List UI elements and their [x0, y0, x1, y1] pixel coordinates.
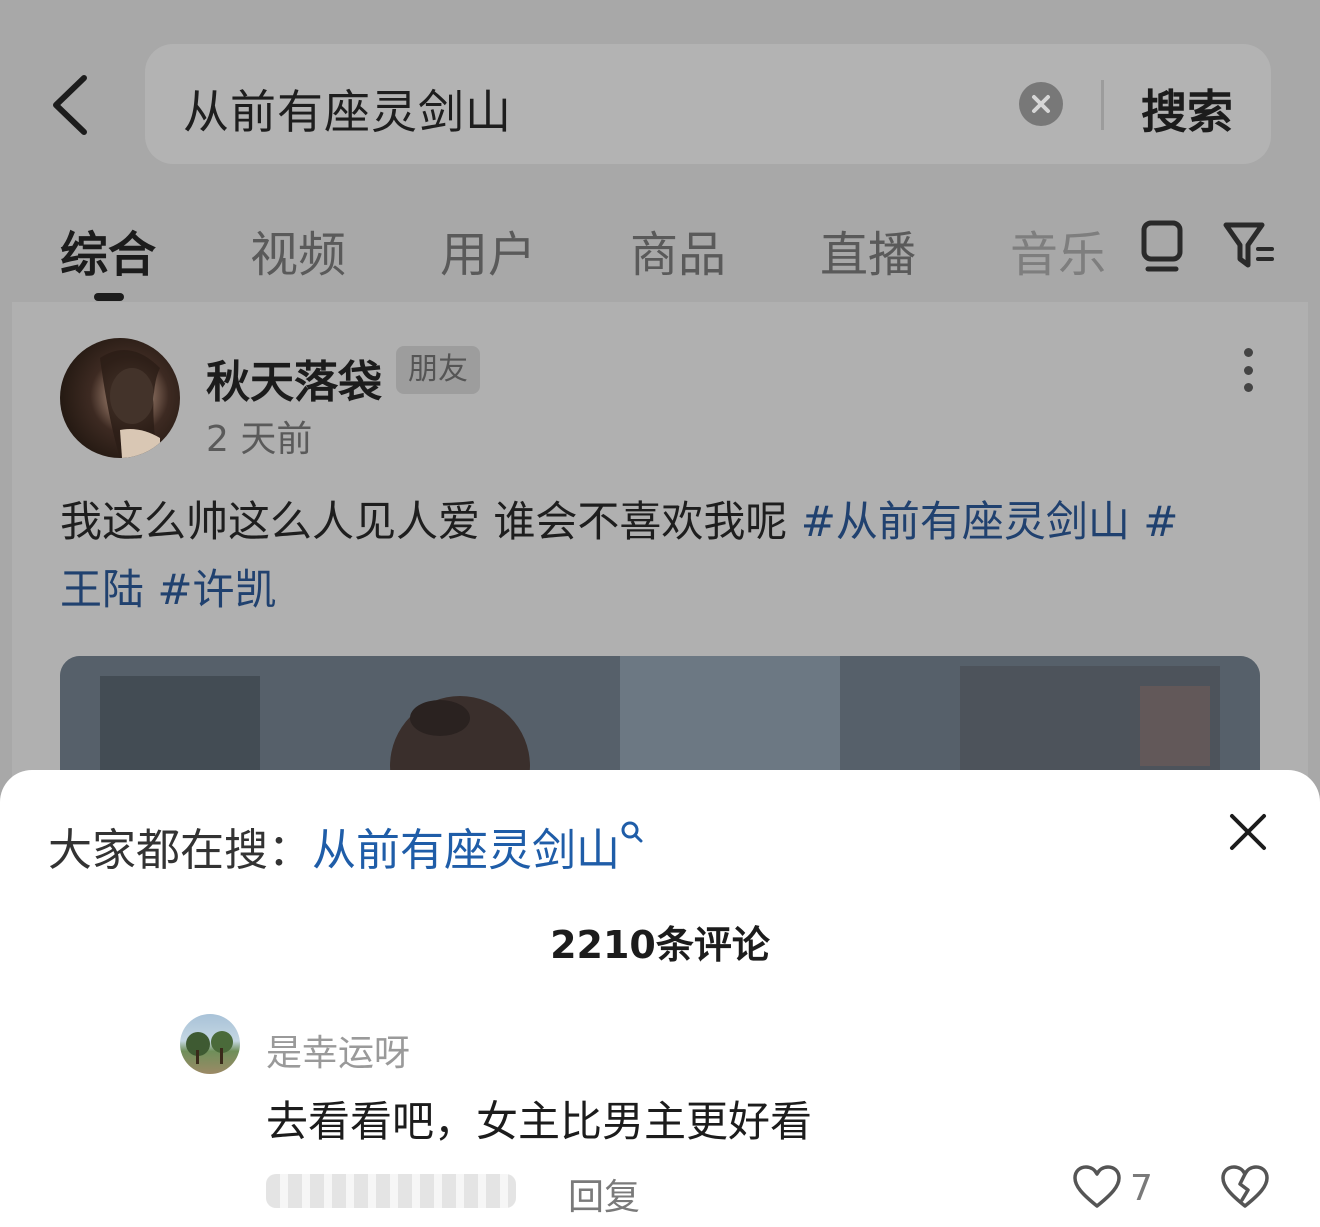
search-submit-button[interactable]: 搜索: [1141, 76, 1233, 142]
tab-music[interactable]: 音乐: [1010, 215, 1106, 285]
top-bar: 从前有座灵剑山 搜索: [0, 0, 1320, 190]
heart-icon: [1073, 1165, 1121, 1208]
dislike-button[interactable]: [1220, 1164, 1270, 1210]
clear-icon: [1032, 95, 1050, 113]
more-icon-dot: [1243, 365, 1253, 375]
filter-icon: [1223, 222, 1274, 268]
trending-prefix: 大家都在搜：: [48, 825, 312, 876]
like-count: 7: [1130, 1168, 1153, 1209]
avatar-photo: [100, 350, 160, 458]
screen: 从前有座灵剑山 搜索 综合 视频 用户 商品 直播 音乐 秋天落袋 朋友 2 天…: [0, 0, 1320, 1227]
hashtag-link[interactable]: #从前有座灵剑山 #: [801, 497, 1179, 546]
hashtag-link[interactable]: 王陆 #许凯: [60, 565, 277, 614]
clear-search-button[interactable]: [1019, 82, 1063, 126]
trending-search: 大家都在搜：从前有座灵剑山: [48, 814, 644, 878]
post-caption: 我这么帅这么人见人爱 谁会不喜欢我呢: [60, 497, 801, 546]
active-tab-indicator: [94, 293, 124, 301]
close-sheet-button[interactable]: [1222, 806, 1274, 858]
more-icon: [1243, 348, 1253, 357]
reply-button[interactable]: 回复: [568, 1168, 640, 1220]
like-button[interactable]: [1072, 1164, 1122, 1210]
post-text: 我这么帅这么人见人爱 谁会不喜欢我呢 #从前有座灵剑山 # 王陆 #许凯: [60, 488, 1260, 624]
comment-count: 2210条评论: [550, 923, 770, 967]
author-name[interactable]: 秋天落袋: [206, 346, 382, 410]
avatar-photo: [186, 1031, 233, 1064]
search-box[interactable]: 从前有座灵剑山 搜索: [145, 44, 1271, 164]
filter-button[interactable]: [1222, 219, 1276, 273]
more-options-button[interactable]: [1234, 348, 1262, 392]
close-icon: [1230, 814, 1266, 850]
tab-live[interactable]: 直播: [820, 215, 916, 285]
trending-search-term[interactable]: 从前有座灵剑山: [312, 825, 620, 876]
search-tabs: 综合 视频 用户 商品 直播 音乐: [0, 205, 1320, 305]
commenter-avatar[interactable]: [180, 1014, 240, 1074]
broken-heart-icon: [1221, 1165, 1269, 1208]
tab-video[interactable]: 视频: [250, 215, 346, 285]
more-icon-dot: [1243, 383, 1253, 392]
friend-badge: 朋友: [396, 346, 480, 394]
grid-view-button[interactable]: [1138, 215, 1186, 275]
grid-view-icon: [1141, 220, 1183, 272]
trending-search-link[interactable]: 从前有座灵剑山: [312, 821, 644, 876]
comment-meta-blurred: [266, 1174, 516, 1208]
tab-products[interactable]: 商品: [630, 215, 726, 285]
tab-users[interactable]: 用户: [440, 215, 536, 285]
search-icon: [621, 821, 643, 843]
commenter-name[interactable]: 是幸运呀: [266, 1024, 410, 1076]
post-time: 2 天前: [206, 419, 313, 460]
tab-comprehensive[interactable]: 综合: [60, 215, 156, 285]
back-arrow-icon: [53, 75, 87, 135]
comment-text: 去看看吧，女主比男主更好看: [266, 1097, 813, 1146]
back-button[interactable]: [40, 70, 100, 140]
author-avatar[interactable]: [60, 338, 180, 458]
search-input[interactable]: 从前有座灵剑山: [183, 76, 512, 142]
comments-sheet: 大家都在搜：从前有座灵剑山 2210条评论 是幸运呀 去看看吧，女主比男主更好看…: [0, 770, 1320, 1227]
search-divider: [1101, 80, 1104, 130]
